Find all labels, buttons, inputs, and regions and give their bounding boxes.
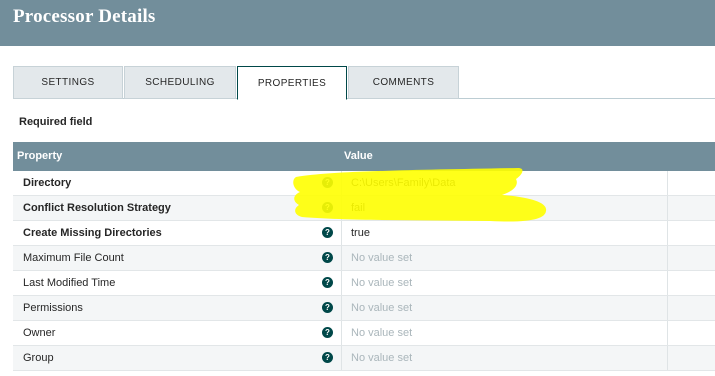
property-value-cell[interactable]: No value set bbox=[341, 271, 668, 295]
property-name: Group bbox=[23, 352, 54, 364]
property-name: Last Modified Time bbox=[23, 277, 116, 289]
property-value-cell[interactable]: true bbox=[341, 221, 668, 245]
property-name: Conflict Resolution Strategy bbox=[23, 202, 171, 214]
table-row[interactable]: Directory? C:\Users\Family\Data bbox=[13, 171, 715, 196]
property-value: No value set bbox=[351, 352, 413, 364]
help-icon[interactable]: ? bbox=[322, 202, 333, 213]
property-value: No value set bbox=[351, 277, 413, 289]
tab-properties[interactable]: PROPERTIES bbox=[237, 66, 347, 100]
help-icon[interactable]: ? bbox=[322, 327, 333, 338]
property-value-cell[interactable]: fail bbox=[341, 196, 668, 220]
table-header: Property Value bbox=[13, 142, 715, 171]
tab-comments[interactable]: COMMENTS bbox=[348, 66, 459, 99]
tab-settings[interactable]: SETTINGS bbox=[13, 66, 123, 99]
table-row[interactable]: Maximum File Count? No value set bbox=[13, 246, 715, 271]
property-value: C:\Users\Family\Data bbox=[351, 177, 456, 189]
properties-table: Property Value Directory? C:\Users\Family… bbox=[13, 142, 715, 371]
table-row[interactable]: Last Modified Time? No value set bbox=[13, 271, 715, 296]
help-icon[interactable]: ? bbox=[322, 252, 333, 263]
tab-bar: SETTINGS SCHEDULING PROPERTIES COMMENTS bbox=[13, 66, 715, 100]
property-value-cell[interactable]: No value set bbox=[341, 246, 668, 270]
property-value-cell[interactable]: No value set bbox=[341, 296, 668, 320]
help-icon[interactable]: ? bbox=[322, 352, 333, 363]
table-row[interactable]: Owner? No value set bbox=[13, 321, 715, 346]
property-name: Maximum File Count bbox=[23, 252, 124, 264]
property-name: Permissions bbox=[23, 302, 83, 314]
table-row[interactable]: Permissions? No value set bbox=[13, 296, 715, 321]
property-name: Create Missing Directories bbox=[23, 227, 162, 239]
property-value: fail bbox=[351, 202, 366, 214]
table-row[interactable]: Group? No value set bbox=[13, 346, 715, 371]
property-value: No value set bbox=[351, 252, 413, 264]
column-header-value[interactable]: Value bbox=[344, 150, 373, 162]
table-row[interactable]: Conflict Resolution Strategy? fail bbox=[13, 196, 715, 221]
help-icon[interactable]: ? bbox=[322, 302, 333, 313]
required-field-label: Required field bbox=[19, 116, 93, 128]
column-header-property[interactable]: Property bbox=[17, 150, 62, 162]
dialog-title: Processor Details bbox=[13, 6, 156, 27]
property-name: Directory bbox=[23, 177, 72, 189]
tab-scheduling[interactable]: SCHEDULING bbox=[124, 66, 236, 99]
property-name: Owner bbox=[23, 327, 56, 339]
property-value-cell[interactable]: C:\Users\Family\Data bbox=[341, 171, 668, 195]
help-icon[interactable]: ? bbox=[322, 277, 333, 288]
property-value: No value set bbox=[351, 327, 413, 339]
help-icon[interactable]: ? bbox=[322, 177, 333, 188]
property-value: true bbox=[351, 227, 370, 239]
table-row[interactable]: Create Missing Directories? true bbox=[13, 221, 715, 246]
property-value-cell[interactable]: No value set bbox=[341, 321, 668, 345]
property-value-cell[interactable]: No value set bbox=[341, 346, 668, 370]
dialog-header: Processor Details bbox=[0, 0, 715, 46]
property-value: No value set bbox=[351, 302, 413, 314]
help-icon[interactable]: ? bbox=[322, 227, 333, 238]
